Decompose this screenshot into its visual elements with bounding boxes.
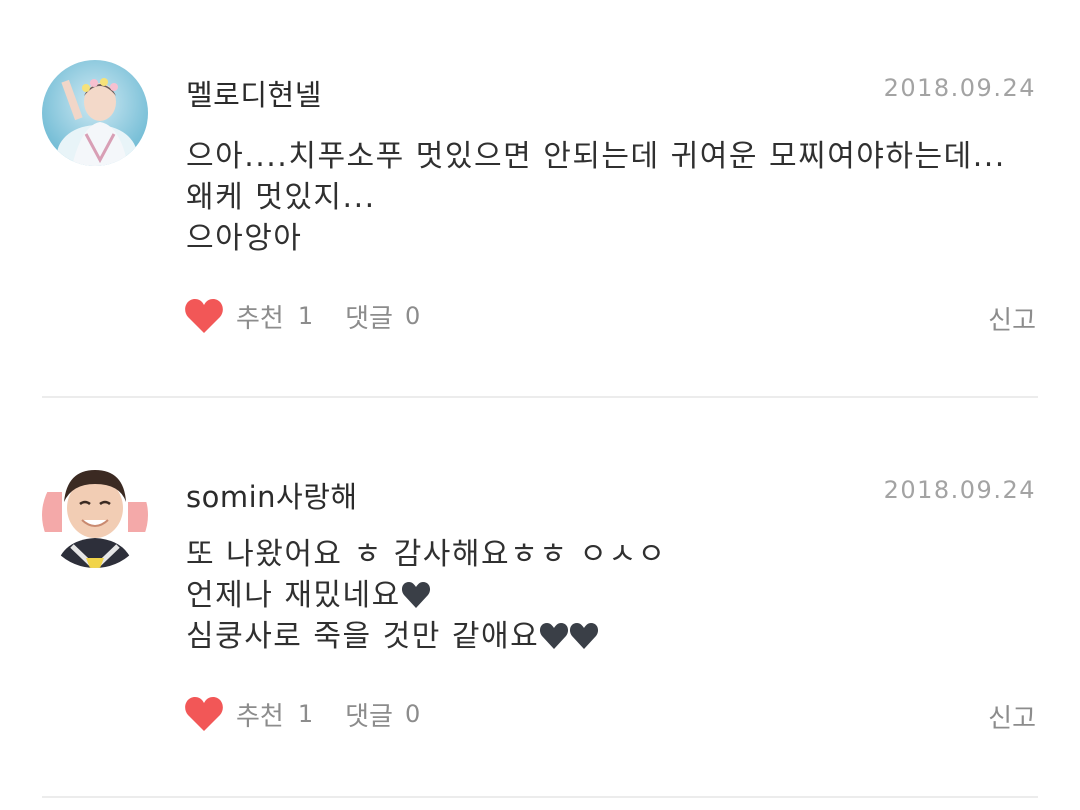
comment-body: 또 나왔어요 ㅎ 감사해요ㅎㅎ ㅇㅅㅇ 언제나 재밌네요 심쿵사로 죽을 것만 … [186, 534, 1046, 657]
comment-actions: 추천 1 댓글 0 [184, 694, 420, 734]
comment-item: somin사랑해 2018.09.24 또 나왔어요 ㅎ 감사해요ㅎㅎ ㅇㅅㅇ … [0, 0, 1080, 734]
like-count: 1 [297, 700, 314, 728]
reply-count: 0 [404, 700, 421, 728]
like-label[interactable]: 추천 [236, 696, 284, 733]
heart-icon[interactable] [184, 696, 224, 732]
comment-line-text: 언제나 재밌네요 [186, 578, 401, 613]
avatar-photo [42, 462, 148, 568]
report-button[interactable]: 신고 [988, 698, 1036, 735]
avatar[interactable] [42, 462, 148, 568]
username[interactable]: somin사랑해 [186, 474, 358, 516]
comment-line: 또 나왔어요 ㅎ 감사해요ㅎㅎ ㅇㅅㅇ [186, 537, 667, 572]
divider [42, 796, 1038, 798]
comment-line-text: 심쿵사로 죽을 것만 같애요 [186, 619, 540, 654]
heart-emoji-icon [401, 582, 430, 608]
comment-line: 언제나 재밌네요 [186, 575, 1046, 616]
comment-line: 심쿵사로 죽을 것만 같애요 [186, 616, 1046, 657]
comment-date: 2018.09.24 [883, 476, 1036, 504]
reply-button[interactable]: 댓글 [345, 696, 393, 733]
heart-emoji-icon [570, 623, 599, 649]
heart-emoji-icon [540, 623, 569, 649]
